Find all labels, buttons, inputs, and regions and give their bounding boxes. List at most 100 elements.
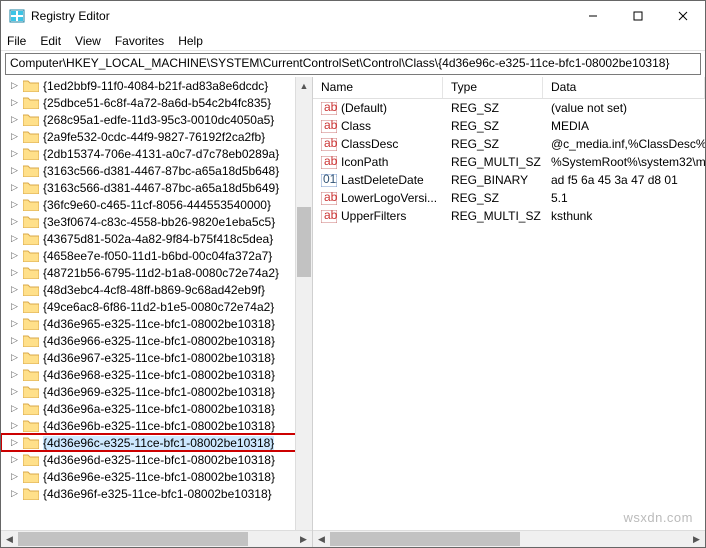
folder-icon xyxy=(23,470,39,483)
expand-icon[interactable]: ▷ xyxy=(11,199,21,210)
tree-item[interactable]: ▷{36fc9e60-c465-11cf-8056-444553540000} xyxy=(1,196,312,213)
expand-icon[interactable]: ▷ xyxy=(11,420,21,431)
value-type-icon: ab xyxy=(321,102,337,115)
value-name: abLowerLogoVersi... xyxy=(313,191,443,205)
tree-item[interactable]: ▷{48d3ebc4-4cf8-48ff-b869-9c68ad42eb9f} xyxy=(1,281,312,298)
tree-vertical-scrollbar[interactable]: ▲ ▼ xyxy=(295,77,312,547)
svg-text:ab: ab xyxy=(324,138,337,150)
tree-item[interactable]: ▷{4d36e966-e325-11ce-bfc1-08002be10318} xyxy=(1,332,312,349)
scroll-thumb[interactable] xyxy=(297,207,311,277)
tree-horizontal-scrollbar[interactable]: ◀ ▶ xyxy=(1,530,312,547)
tree-item[interactable]: ▷{4d36e96c-e325-11ce-bfc1-08002be10318} xyxy=(1,434,312,451)
value-data: %SystemRoot%\system32\mm xyxy=(543,155,705,169)
list-hscroll-thumb[interactable] xyxy=(330,532,520,546)
expand-icon[interactable]: ▷ xyxy=(11,437,21,448)
tree-item[interactable]: ▷{4d36e96b-e325-11ce-bfc1-08002be10318} xyxy=(1,417,312,434)
tree-item-label: {3163c566-d381-4467-87bc-a65a18d5b649} xyxy=(43,181,279,195)
expand-icon[interactable]: ▷ xyxy=(11,131,21,142)
tree-item[interactable]: ▷{4d36e96f-e325-11ce-bfc1-08002be10318} xyxy=(1,485,312,502)
address-bar[interactable]: Computer\HKEY_LOCAL_MACHINE\SYSTEM\Curre… xyxy=(5,53,701,75)
col-header-data[interactable]: Data xyxy=(543,77,705,98)
list-scroll-right-icon[interactable]: ▶ xyxy=(688,531,705,547)
expand-icon[interactable]: ▷ xyxy=(11,471,21,482)
menu-edit[interactable]: Edit xyxy=(40,34,61,48)
expand-icon[interactable]: ▷ xyxy=(11,284,21,295)
expand-icon[interactable]: ▷ xyxy=(11,80,21,91)
tree-item[interactable]: ▷{2a9fe532-0cdc-44f9-9827-76192f2ca2fb} xyxy=(1,128,312,145)
tree-item[interactable]: ▷ {3163c566-d381-4467-87bc-a65a18d5b649} xyxy=(1,179,312,196)
scroll-right-icon[interactable]: ▶ xyxy=(295,531,312,547)
tree-item-label: {4d36e965-e325-11ce-bfc1-08002be10318} xyxy=(43,317,275,331)
value-row[interactable]: abClassDescREG_SZ@c_media.inf,%ClassDesc… xyxy=(313,135,705,153)
folder-icon xyxy=(23,436,39,449)
expand-icon[interactable]: ▷ xyxy=(11,97,21,108)
tree-item[interactable]: ▷{43675d81-502a-4a82-9f84-b75f418c5dea} xyxy=(1,230,312,247)
tree-item[interactable]: ▷{3e3f0674-c83c-4558-bb26-9820e1eba5c5} xyxy=(1,213,312,230)
folder-icon xyxy=(23,300,39,313)
tree-item[interactable]: ▷{3163c566-d381-4467-87bc-a65a18d5b648} xyxy=(1,162,312,179)
expand-icon[interactable]: ▷ xyxy=(11,369,21,380)
expand-icon[interactable]: ▷ xyxy=(11,318,21,329)
value-row[interactable]: 011LastDeleteDateREG_BINARYad f5 6a 45 3… xyxy=(313,171,705,189)
tree-item[interactable]: ▷{4658ee7e-f050-11d1-b6bd-00c04fa372a7} xyxy=(1,247,312,264)
expand-icon[interactable]: ▷ xyxy=(11,301,21,312)
col-header-name[interactable]: Name xyxy=(313,77,443,98)
expand-icon[interactable]: ▷ xyxy=(11,233,21,244)
menu-favorites[interactable]: Favorites xyxy=(115,34,164,48)
tree-item[interactable]: ▷{4d36e96d-e325-11ce-bfc1-08002be10318} xyxy=(1,451,312,468)
menu-file[interactable]: File xyxy=(7,34,26,48)
tree-item[interactable]: ▷{4d36e96a-e325-11ce-bfc1-08002be10318} xyxy=(1,400,312,417)
tree-item-label: {4d36e967-e325-11ce-bfc1-08002be10318} xyxy=(43,351,275,365)
list-scroll-left-icon[interactable]: ◀ xyxy=(313,531,330,547)
expand-icon[interactable]: ▷ xyxy=(11,454,21,465)
minimize-button[interactable] xyxy=(570,1,615,31)
hscroll-thumb[interactable] xyxy=(18,532,248,546)
app-icon xyxy=(9,8,25,24)
scroll-up-icon[interactable]: ▲ xyxy=(296,77,312,94)
expand-icon[interactable]: ▷ xyxy=(11,403,21,414)
close-button[interactable] xyxy=(660,1,705,31)
expand-icon[interactable]: ▷ xyxy=(11,114,21,125)
value-row[interactable]: ab(Default)REG_SZ(value not set) xyxy=(313,99,705,117)
expand-icon[interactable]: ▷ xyxy=(11,488,21,499)
value-row[interactable]: abClassREG_SZMEDIA xyxy=(313,117,705,135)
list-horizontal-scrollbar[interactable]: ◀ ▶ xyxy=(313,530,705,547)
folder-icon xyxy=(23,147,39,160)
tree-item[interactable]: ▷ {4d36e965-e325-11ce-bfc1-08002be10318} xyxy=(1,315,312,332)
tree-item[interactable]: ▷{1ed2bbf9-11f0-4084-b21f-ad83a8e6dcdc} xyxy=(1,77,312,94)
value-data: @c_media.inf,%ClassDesc%;Sc xyxy=(543,137,705,151)
tree-item[interactable]: ▷{268c95a1-edfe-11d3-95c3-0010dc4050a5} xyxy=(1,111,312,128)
value-data: ksthunk xyxy=(543,209,705,223)
col-header-type[interactable]: Type xyxy=(443,77,543,98)
expand-icon[interactable]: ▷ xyxy=(11,216,21,227)
value-row[interactable]: abLowerLogoVersi...REG_SZ5.1 xyxy=(313,189,705,207)
tree-item[interactable]: ▷{25dbce51-6c8f-4a72-8a6d-b54c2b4fc835} xyxy=(1,94,312,111)
folder-icon xyxy=(23,334,39,347)
expand-icon[interactable]: ▷ xyxy=(11,250,21,261)
tree-item[interactable]: ▷{4d36e96e-e325-11ce-bfc1-08002be10318} xyxy=(1,468,312,485)
value-row[interactable]: abUpperFiltersREG_MULTI_SZksthunk xyxy=(313,207,705,225)
tree-item[interactable]: ▷{4d36e969-e325-11ce-bfc1-08002be10318} xyxy=(1,383,312,400)
folder-icon xyxy=(23,130,39,143)
maximize-button[interactable] xyxy=(615,1,660,31)
expand-icon[interactable]: ▷ xyxy=(11,165,21,176)
expand-icon[interactable]: ▷ xyxy=(11,182,21,193)
tree-item[interactable]: ▷{48721b56-6795-11d2-b1a8-0080c72e74a2} xyxy=(1,264,312,281)
menu-view[interactable]: View xyxy=(75,34,101,48)
expand-icon[interactable]: ▷ xyxy=(11,267,21,278)
expand-icon[interactable]: ▷ xyxy=(11,386,21,397)
expand-icon[interactable]: ▷ xyxy=(11,148,21,159)
expand-icon[interactable]: ▷ xyxy=(11,335,21,346)
folder-icon xyxy=(23,266,39,279)
expand-icon[interactable]: ▷ xyxy=(11,352,21,363)
svg-text:ab: ab xyxy=(324,210,337,222)
value-name: 011LastDeleteDate xyxy=(313,173,443,187)
tree-item[interactable]: ▷{49ce6ac8-6f86-11d2-b1e5-0080c72e74a2} xyxy=(1,298,312,315)
scroll-left-icon[interactable]: ◀ xyxy=(1,531,18,547)
tree-item[interactable]: ▷ {4d36e967-e325-11ce-bfc1-08002be10318} xyxy=(1,349,312,366)
tree-item[interactable]: ▷{2db15374-706e-4131-a0c7-d7c78eb0289a} xyxy=(1,145,312,162)
tree-item[interactable]: ▷{4d36e968-e325-11ce-bfc1-08002be10318} xyxy=(1,366,312,383)
menu-help[interactable]: Help xyxy=(178,34,203,48)
value-row[interactable]: abIconPathREG_MULTI_SZ%SystemRoot%\syste… xyxy=(313,153,705,171)
menu-bar: File Edit View Favorites Help xyxy=(1,31,705,51)
